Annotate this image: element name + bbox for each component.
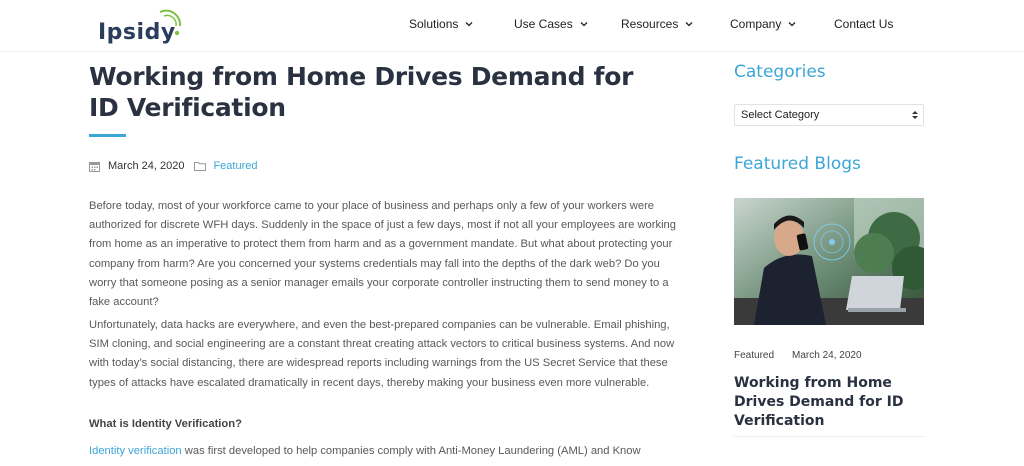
- nav-resources-label: Resources: [621, 17, 679, 31]
- article-meta: March 24, 2020 Featured: [89, 159, 257, 173]
- identity-verification-link[interactable]: Identity verification: [89, 445, 182, 457]
- nav-use-cases-label: Use Cases: [514, 17, 573, 31]
- chevron-down-icon: [465, 22, 473, 27]
- featured-blogs-heading: Featured Blogs: [734, 154, 861, 174]
- ipsidy-logo[interactable]: Ipsidy: [98, 9, 182, 44]
- featured-photo: [734, 198, 924, 325]
- nav-use-cases[interactable]: Use Cases: [514, 17, 589, 31]
- featured-post-title[interactable]: Working from Home Drives Demand for ID V…: [734, 374, 934, 431]
- site-header: Ipsidy Solutions Use Cases Resources Com…: [0, 0, 1024, 52]
- categories-heading: Categories: [734, 62, 826, 82]
- article-date: March 24, 2020: [108, 160, 185, 172]
- article-title: Working from Home Drives Demand for ID V…: [89, 62, 634, 122]
- featured-post-image[interactable]: [734, 198, 924, 325]
- chevron-down-icon: [685, 22, 693, 27]
- featured-post-meta: Featured March 24, 2020: [734, 350, 862, 361]
- folder-icon: [194, 162, 207, 171]
- logo-arc-icon: [159, 9, 182, 36]
- nav-company-label: Company: [730, 17, 782, 31]
- article-paragraph-2: Unfortunately, data hacks are everywhere…: [89, 319, 675, 389]
- featured-divider: [734, 436, 924, 437]
- chevron-down-icon: [788, 22, 796, 27]
- select-arrows-icon: [912, 111, 918, 119]
- category-select[interactable]: Select Category: [734, 104, 924, 126]
- nav-solutions-label: Solutions: [409, 17, 459, 31]
- nav-contact-us-label: Contact Us: [834, 17, 894, 31]
- article-category-link[interactable]: Featured: [213, 160, 257, 172]
- featured-post-date: March 24, 2020: [792, 350, 862, 361]
- chevron-down-icon: [580, 22, 588, 27]
- section-heading: What is Identity Verification?: [89, 418, 242, 430]
- featured-post-category[interactable]: Featured: [734, 350, 774, 361]
- article-paragraph-1: Before today, most of your workforce cam…: [89, 200, 676, 309]
- nav-solutions[interactable]: Solutions: [409, 17, 474, 31]
- nav-company[interactable]: Company: [730, 17, 797, 31]
- title-underline: [89, 134, 126, 137]
- nav-resources[interactable]: Resources: [621, 17, 694, 31]
- calendar-icon: [89, 161, 100, 172]
- paragraph-3-text: was first developed to help companies co…: [181, 445, 641, 457]
- article-paragraph-3: Identity verification was first develope…: [89, 442, 689, 461]
- category-select-value: Select Category: [741, 109, 820, 121]
- nav-contact-us[interactable]: Contact Us: [834, 17, 893, 31]
